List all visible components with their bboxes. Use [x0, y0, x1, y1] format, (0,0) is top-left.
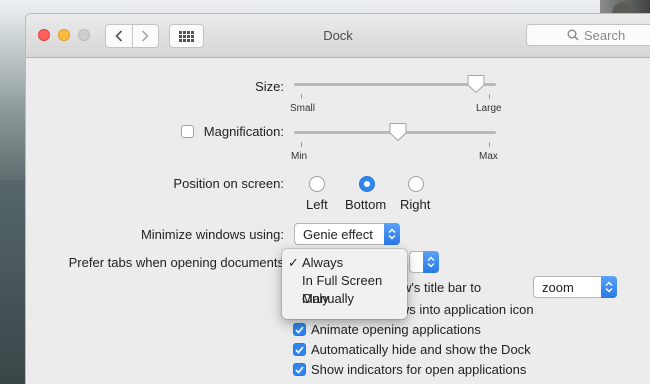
navigation-buttons	[105, 24, 159, 48]
minimize-effect-popup[interactable]: Genie effect	[294, 223, 400, 245]
double-click-label: w's title bar to	[402, 280, 482, 295]
menu-item-manually[interactable]: Manually	[282, 290, 407, 308]
title-bar: Dock Search	[26, 14, 650, 58]
position-left-radio[interactable]	[309, 176, 325, 192]
animate-opening-checkbox[interactable]	[293, 323, 306, 336]
double-click-action-value: zoom	[542, 279, 574, 295]
checkmark-icon	[295, 365, 304, 374]
dock-preferences-pane: Size: Small Large Magnification: Min Max…	[26, 58, 650, 384]
popup-arrows-icon	[601, 276, 617, 298]
position-right-label: Right	[400, 197, 431, 212]
prefer-tabs-label: Prefer tabs when opening documents	[68, 255, 284, 270]
back-button[interactable]	[106, 25, 132, 47]
animate-opening-label: Animate opening applications	[311, 322, 481, 337]
search-icon	[567, 29, 579, 41]
magnification-min-label: Min	[291, 151, 308, 162]
size-slider-knob[interactable]	[467, 74, 485, 94]
prefer-tabs-menu: ✓ Always In Full Screen Only Manually	[282, 249, 407, 319]
popup-arrows-icon	[384, 223, 400, 245]
position-bottom-label: Bottom	[345, 197, 387, 212]
forward-chevron-icon	[142, 30, 149, 42]
minimize-window-button[interactable]	[58, 29, 70, 41]
size-min-tick	[301, 94, 302, 99]
show-indicators-checkbox[interactable]	[293, 363, 306, 376]
menu-item-full-screen-only[interactable]: In Full Screen Only	[282, 272, 407, 306]
desktop-wallpaper-rock	[0, 180, 28, 384]
magnification-min-tick	[301, 142, 302, 147]
magnification-checkbox[interactable]	[181, 125, 194, 138]
grid-icon	[179, 30, 194, 42]
popup-arrows-icon	[423, 251, 439, 273]
autohide-dock-label: Automatically hide and show the Dock	[311, 342, 531, 357]
position-left-label: Left	[306, 197, 328, 212]
checkmark-icon	[295, 345, 304, 354]
menu-item-manually-label: Manually	[302, 291, 355, 306]
size-max-tick	[489, 94, 490, 99]
magnification-max-tick	[489, 142, 490, 147]
minimize-label: Minimize windows using:	[140, 227, 284, 242]
prefer-tabs-popup[interactable]	[409, 251, 439, 273]
position-label: Position on screen:	[173, 176, 284, 191]
size-max-label: Large	[476, 103, 502, 114]
forward-button[interactable]	[131, 25, 159, 47]
size-min-label: Small	[290, 103, 316, 114]
position-right-radio[interactable]	[408, 176, 424, 192]
zoom-window-button[interactable]	[78, 29, 90, 41]
search-field[interactable]: Search	[526, 24, 650, 46]
show-indicators-label: Show indicators for open applications	[311, 362, 527, 377]
close-window-button[interactable]	[38, 29, 50, 41]
show-all-button[interactable]	[169, 24, 204, 48]
size-label: Size:	[255, 79, 284, 94]
menu-item-always-label: Always	[302, 255, 344, 270]
autohide-dock-checkbox[interactable]	[293, 343, 306, 356]
search-placeholder: Search	[584, 27, 626, 43]
minimize-effect-value: Genie effect	[303, 226, 373, 242]
position-bottom-radio[interactable]	[359, 176, 375, 192]
magnification-slider-knob[interactable]	[389, 122, 407, 142]
magnification-label: Magnification:	[203, 124, 284, 139]
double-click-action-popup[interactable]: zoom	[533, 276, 617, 298]
size-slider-track[interactable]	[294, 83, 496, 86]
back-chevron-icon	[115, 30, 122, 42]
checkmark-icon	[295, 325, 304, 334]
preferences-window: Dock Search Size: Small Large Magnificat…	[26, 14, 650, 384]
menu-item-always[interactable]: ✓ Always	[282, 254, 407, 272]
magnification-max-label: Max	[479, 151, 498, 162]
checkmark-icon: ✓	[288, 255, 299, 270]
